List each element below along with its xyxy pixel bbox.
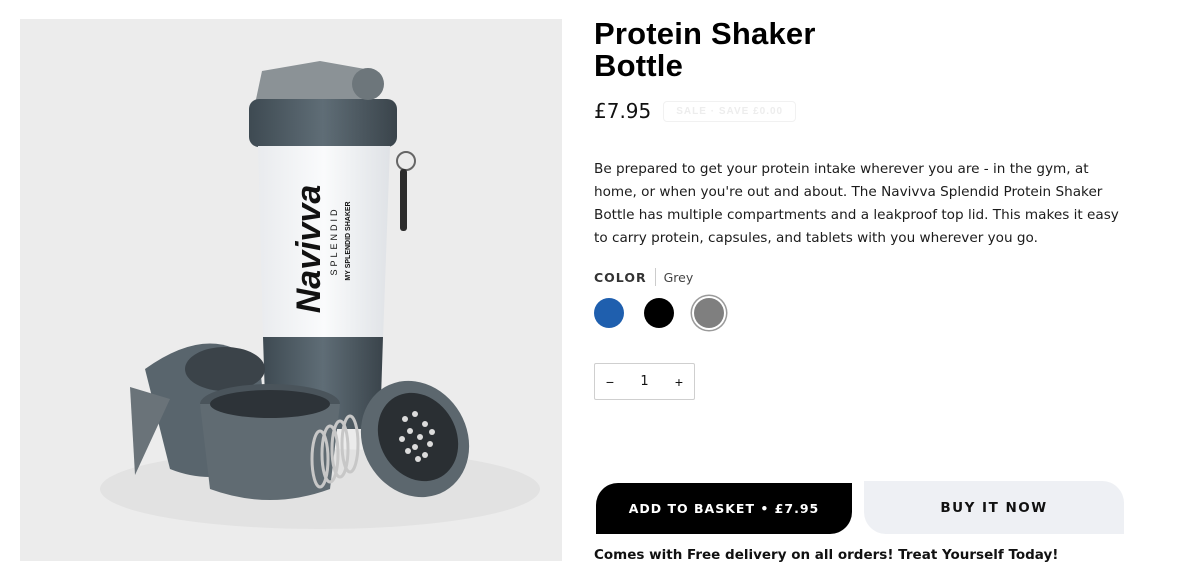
sale-badge: SALE · SAVE £0.00 xyxy=(663,100,797,122)
quantity-value[interactable]: 1 xyxy=(630,374,660,389)
product-image[interactable]: Navivva SPLENDID MY SPLENDID SHAKER xyxy=(20,19,562,561)
delivery-promo: Comes with Free delivery on all orders! … xyxy=(594,547,1059,563)
brand-logo-text: Navivva xyxy=(290,185,328,314)
svg-text:SPLENDID: SPLENDID xyxy=(329,206,339,275)
quantity-increase-button[interactable]: + xyxy=(664,364,694,399)
color-selected-value: Grey xyxy=(663,269,694,285)
product-price: £7.95 xyxy=(594,99,652,123)
swatch-grey[interactable] xyxy=(694,298,724,328)
product-title-line2: Bottle xyxy=(594,48,684,83)
color-option-row: COLOR Grey xyxy=(594,268,1134,286)
buy-it-now-button[interactable]: BUY IT NOW xyxy=(864,481,1124,534)
product-info: Protein Shaker Bottle £7.95 SALE · SAVE … xyxy=(594,18,1134,400)
add-to-basket-button[interactable]: ADD TO BASKET • £7.95 xyxy=(596,483,852,534)
product-description: Be prepared to get your protein intake w… xyxy=(594,161,1119,246)
price-row: £7.95 SALE · SAVE £0.00 xyxy=(594,98,1134,124)
color-swatches xyxy=(594,297,1134,329)
svg-text:MY SPLENDID SHAKER: MY SPLENDID SHAKER xyxy=(345,201,352,280)
quantity-stepper: − 1 + xyxy=(594,363,695,400)
product-title: Protein Shaker Bottle xyxy=(594,18,854,82)
swatch-black[interactable] xyxy=(644,298,674,328)
purchase-actions: ADD TO BASKET • £7.95 BUY IT NOW xyxy=(596,481,1124,534)
color-divider xyxy=(654,268,656,286)
quantity-decrease-button[interactable]: − xyxy=(595,364,625,399)
swatch-blue[interactable] xyxy=(594,298,624,328)
color-label: COLOR xyxy=(594,269,647,285)
product-title-line1: Protein Shaker xyxy=(594,16,816,51)
